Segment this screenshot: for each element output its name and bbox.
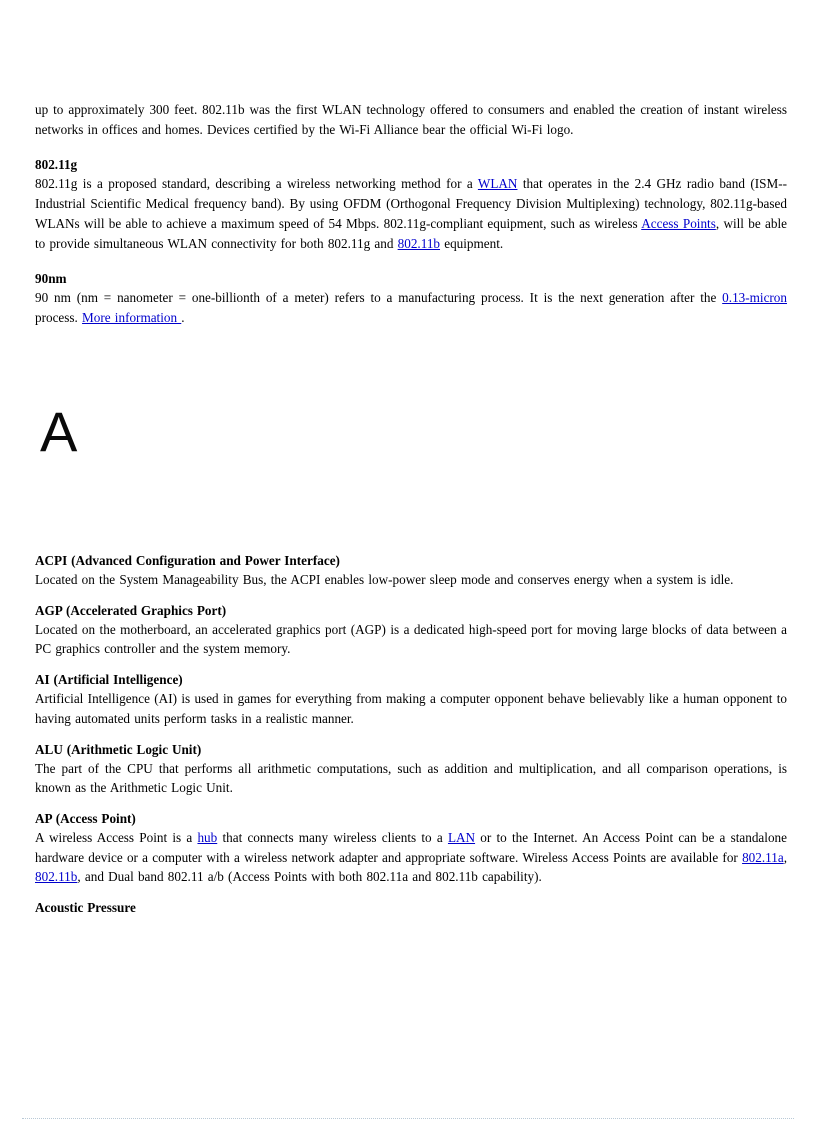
glossary-entry-802-11g: 802.11g 802.11g is a proposed standard, … bbox=[35, 155, 787, 253]
glossary-entry-agp: AGP (Accelerated Graphics Port) Located … bbox=[35, 601, 787, 659]
inline-link[interactable]: More information bbox=[82, 310, 181, 325]
glossary-entry-ap: AP (Access Point) A wireless Access Poin… bbox=[35, 809, 787, 887]
inline-link[interactable]: 802.11b bbox=[398, 236, 440, 251]
entry-body: 90 nm (nm = nanometer = one-billionth of… bbox=[35, 290, 787, 325]
footer-divider bbox=[22, 1118, 794, 1119]
entry-heading: AP (Access Point) bbox=[35, 810, 136, 826]
entry-heading: 802.11g bbox=[35, 157, 78, 173]
entry-body: Located on the motherboard, an accelerat… bbox=[35, 621, 787, 657]
glossary-entry-90nm: 90nm 90 nm (nm = nanometer = one-billion… bbox=[35, 269, 787, 327]
section-letter-a: A bbox=[40, 400, 78, 463]
glossary-entry-acoustic-pressure: Acoustic Pressure bbox=[35, 898, 787, 917]
glossary-entry-ai: AI (Artificial Intelligence) Artificial … bbox=[35, 670, 787, 728]
entry-body: Artificial Intelligence (AI) is used in … bbox=[35, 691, 787, 726]
entry-body: The part of the CPU that performs all ar… bbox=[35, 760, 787, 796]
entry-heading: ALU (Arithmetic Logic Unit) bbox=[35, 741, 202, 757]
inline-link[interactable]: 802.11b bbox=[35, 869, 77, 884]
document-content: up to approximately 300 feet. 802.11b wa… bbox=[35, 100, 787, 328]
entry-heading: AGP (Accelerated Graphics Port) bbox=[35, 602, 227, 618]
entry-heading: Acoustic Pressure bbox=[35, 900, 136, 916]
document-page: up to approximately 300 feet. 802.11b wa… bbox=[0, 0, 816, 1123]
entry-heading: ACPI (Advanced Configuration and Power I… bbox=[35, 553, 340, 568]
glossary-entry-alu: ALU (Arithmetic Logic Unit) The part of … bbox=[35, 740, 787, 798]
inline-link[interactable]: hub bbox=[197, 830, 217, 845]
inline-link[interactable]: 0.13-micron bbox=[722, 290, 787, 305]
entry-heading: 90nm bbox=[35, 271, 67, 287]
continued-paragraph: up to approximately 300 feet. 802.11b wa… bbox=[35, 102, 787, 137]
document-content-section-a: ACPI (Advanced Configuration and Power I… bbox=[35, 551, 787, 917]
entry-body: A wireless Access Point is a hub that co… bbox=[35, 829, 787, 885]
inline-link[interactable]: 802.11a bbox=[742, 850, 784, 865]
inline-link[interactable]: WLAN bbox=[478, 176, 518, 191]
entry-heading: AI (Artificial Intelligence) bbox=[35, 672, 183, 688]
glossary-entry-acpi: ACPI (Advanced Configuration and Power I… bbox=[35, 551, 787, 590]
inline-link[interactable]: LAN bbox=[448, 830, 475, 845]
inline-link[interactable]: Access Points bbox=[641, 216, 716, 231]
entry-body: Located on the System Manageability Bus,… bbox=[35, 572, 734, 587]
entry-body: 802.11g is a proposed standard, describi… bbox=[35, 176, 788, 251]
